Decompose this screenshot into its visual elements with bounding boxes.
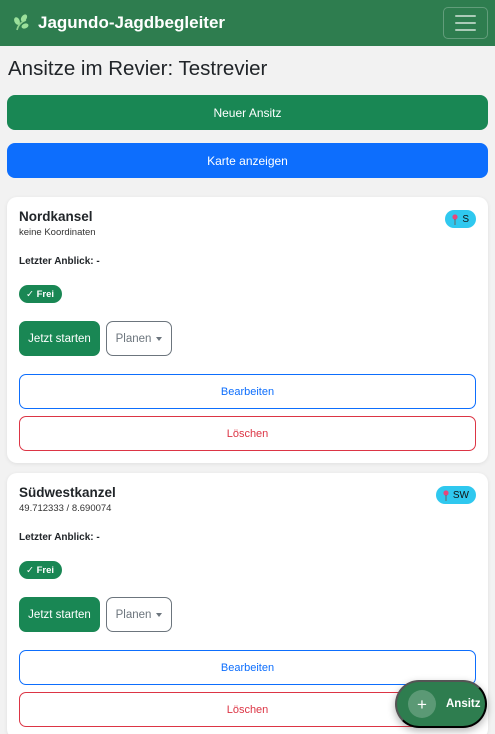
pushpin-icon [452, 213, 458, 225]
navbar: Jagundo-Jagdbegleiter [0, 0, 495, 46]
last-sighting: Letzter Anblick: - [19, 256, 100, 267]
stand-name: Südwestkanzel [19, 485, 116, 500]
direction-label: SW [452, 489, 469, 501]
stand-card: Nordkansel keine Koordinaten S Letzter A… [7, 197, 488, 463]
show-map-button[interactable]: Karte anzeigen [7, 143, 488, 178]
action-row: Jetzt starten Planen [19, 597, 476, 632]
edit-button[interactable]: Bearbeiten [19, 374, 476, 409]
direction-badge: SW [435, 486, 476, 504]
last-sighting: Letzter Anblick: - [19, 532, 100, 543]
edit-button[interactable]: Bearbeiten [19, 650, 476, 685]
delete-button[interactable]: Löschen [19, 416, 476, 451]
stand-coordinates: 49.712333 / 8.690074 [19, 503, 112, 514]
action-row: Jetzt starten Planen [19, 321, 476, 356]
page-title: Ansitze im Revier: Testrevier [8, 57, 268, 80]
caret-down-icon [156, 336, 163, 341]
direction-badge: S [445, 210, 476, 228]
brand[interactable]: Jagundo-Jagdbegleiter [12, 13, 225, 33]
direction-label: S [462, 213, 469, 225]
add-stand-fab[interactable]: + Ansitz [395, 680, 487, 728]
new-stand-button[interactable]: Neuer Ansitz [7, 95, 488, 130]
start-now-button[interactable]: Jetzt starten [19, 597, 100, 632]
plus-icon: + [408, 690, 436, 718]
fab-label: Ansitz [446, 698, 481, 710]
hamburger-icon [455, 15, 476, 17]
pushpin-icon [443, 489, 449, 501]
plan-dropdown-button[interactable]: Planen [106, 321, 172, 356]
plan-label: Planen [115, 608, 152, 621]
leaf-icon [12, 13, 32, 33]
plan-dropdown-button[interactable]: Planen [106, 597, 172, 632]
plan-label: Planen [115, 332, 152, 345]
status-badge: ✓ Frei [19, 561, 63, 579]
stand-list: Nordkansel keine Koordinaten S Letzter A… [7, 197, 488, 734]
hamburger-menu-button[interactable] [443, 7, 488, 39]
start-now-button[interactable]: Jetzt starten [19, 321, 100, 356]
stand-coordinates: keine Koordinaten [19, 227, 96, 238]
brand-title: Jagundo-Jagdbegleiter [38, 13, 226, 32]
main-content: Ansitze im Revier: Testrevier Neuer Ansi… [0, 57, 495, 734]
caret-down-icon [156, 612, 163, 617]
status-badge: ✓ Frei [19, 285, 63, 303]
stand-name: Nordkansel [19, 209, 93, 224]
